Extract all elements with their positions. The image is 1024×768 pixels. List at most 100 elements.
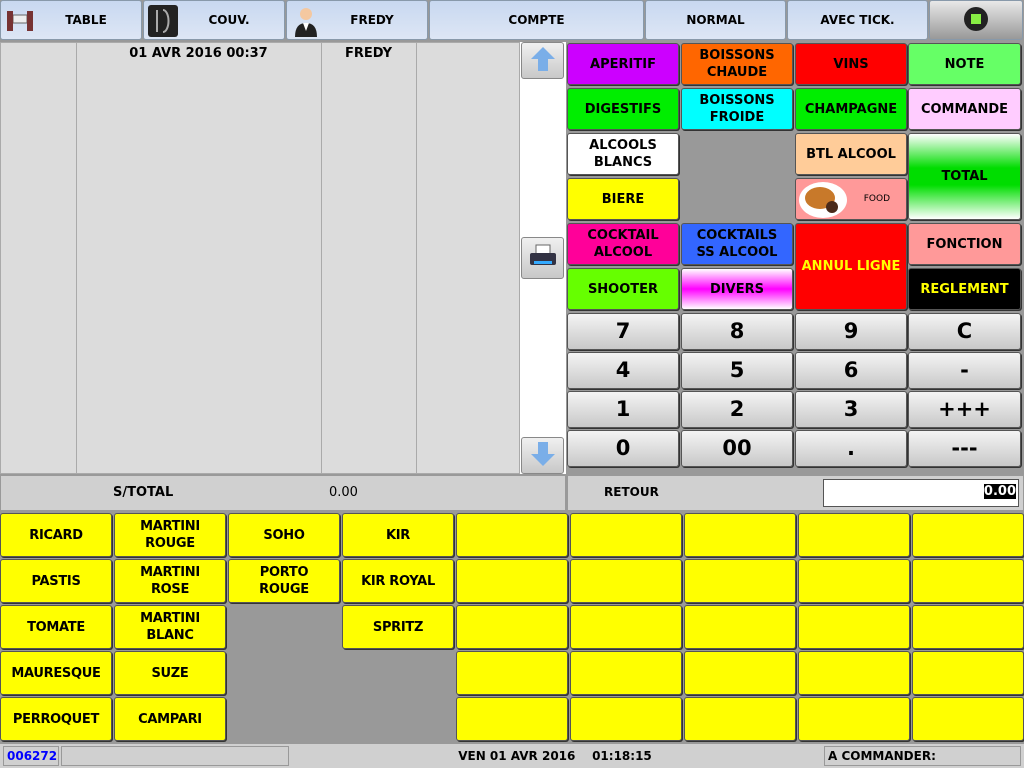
category-food-button[interactable]: FOOD xyxy=(795,178,907,220)
numpad-key[interactable]: 1 xyxy=(567,391,679,428)
with-ticket-button[interactable]: AVEC TICK. xyxy=(787,0,928,40)
numpad-key[interactable]: 2 xyxy=(681,391,793,428)
product-suze-button[interactable]: SUZE xyxy=(114,651,226,695)
product-empty-button[interactable] xyxy=(456,697,568,741)
product-pastis-button[interactable]: PASTIS xyxy=(0,559,112,603)
product-martini-blanc-button[interactable]: MARTINI BLANC xyxy=(114,605,226,649)
change-bar: RETOUR 0.00 xyxy=(567,475,1024,511)
to-order-label: A COMMANDER: xyxy=(824,746,1021,766)
product-soho-button[interactable]: SOHO xyxy=(228,513,340,557)
product-tomate-button[interactable]: TOMATE xyxy=(0,605,112,649)
product-empty-button[interactable] xyxy=(912,559,1024,603)
change-label: RETOUR xyxy=(604,485,659,499)
product-empty-button[interactable] xyxy=(798,651,910,695)
numpad-key[interactable]: 0 xyxy=(567,430,679,467)
product-kir-royal-button[interactable]: KIR ROYAL xyxy=(342,559,454,603)
product-empty-button[interactable] xyxy=(912,513,1024,557)
product-empty-button[interactable] xyxy=(798,513,910,557)
product-campari-button[interactable]: CAMPARI xyxy=(114,697,226,741)
numpad-key[interactable]: 00 xyxy=(681,430,793,467)
numpad-key[interactable]: 9 xyxy=(795,313,907,350)
waiter-icon xyxy=(291,5,321,37)
product-empty-button[interactable] xyxy=(684,651,796,695)
product-empty-button[interactable] xyxy=(570,697,682,741)
covers-button[interactable]: COUV. xyxy=(143,0,285,40)
numpad-key[interactable]: - xyxy=(908,352,1021,389)
product-empty-button[interactable] xyxy=(456,651,568,695)
category-cocktail-alcool-button[interactable]: COCKTAIL ALCOOL xyxy=(567,223,679,265)
product-martini-rose-button[interactable]: MARTINI ROSE xyxy=(114,559,226,603)
product-empty-button[interactable] xyxy=(798,559,910,603)
arrow-down-icon xyxy=(529,440,557,472)
product-empty-button[interactable] xyxy=(912,697,1024,741)
with-ticket-label: AVEC TICK. xyxy=(820,13,895,27)
numpad-key[interactable]: 7 xyxy=(567,313,679,350)
table-button[interactable]: TABLE xyxy=(0,0,142,40)
product-empty-button[interactable] xyxy=(684,559,796,603)
category-vins-button[interactable]: VINS xyxy=(795,43,907,85)
account-button[interactable]: COMPTE xyxy=(429,0,644,40)
change-input[interactable]: 0.00 xyxy=(823,479,1019,507)
category-digestifs-button[interactable]: DIGESTIFS xyxy=(567,88,679,130)
menu-button[interactable] xyxy=(929,0,1023,40)
product-empty-button[interactable] xyxy=(684,605,796,649)
category-aperitif-button[interactable]: APERITIF xyxy=(567,43,679,85)
numpad-key[interactable]: 3 xyxy=(795,391,907,428)
product-empty-button[interactable] xyxy=(570,605,682,649)
product-kir-button[interactable]: KIR xyxy=(342,513,454,557)
category-note-button[interactable]: NOTE xyxy=(908,43,1021,85)
product-empty-button[interactable] xyxy=(798,697,910,741)
category-boissons-chaude-button[interactable]: BOISSONS CHAUDE xyxy=(681,43,793,85)
product-empty-button[interactable] xyxy=(456,605,568,649)
numpad-key[interactable]: +++ xyxy=(908,391,1021,428)
numpad-key[interactable]: 6 xyxy=(795,352,907,389)
product-martini-rouge-button[interactable]: MARTINI ROUGE xyxy=(114,513,226,557)
product-empty-button[interactable] xyxy=(570,651,682,695)
category-label: APERITIF xyxy=(590,56,656,72)
product-empty-button[interactable] xyxy=(570,513,682,557)
category-biere-button[interactable]: BIERE xyxy=(567,178,679,220)
product-empty-button[interactable] xyxy=(684,513,796,557)
server-button[interactable]: FREDY xyxy=(286,0,428,40)
category-boissons-froide-button[interactable]: BOISSONS FROIDE xyxy=(681,88,793,130)
product-ricard-button[interactable]: RICARD xyxy=(0,513,112,557)
category-total-button[interactable]: TOTAL xyxy=(908,133,1021,220)
normal-mode-button[interactable]: NORMAL xyxy=(645,0,786,40)
numpad-key[interactable]: --- xyxy=(908,430,1021,467)
product-empty-button[interactable] xyxy=(456,513,568,557)
category-fonction-button[interactable]: FONCTION xyxy=(908,223,1021,265)
category-label: BIERE xyxy=(601,191,645,207)
cutlery-icon xyxy=(148,5,178,37)
product-empty-button[interactable] xyxy=(912,605,1024,649)
category-btl-alcool-button[interactable]: BTL ALCOOL xyxy=(795,133,907,175)
category-divers-button[interactable]: DIVERS xyxy=(681,268,793,310)
product-spritz-button[interactable]: SPRITZ xyxy=(342,605,454,649)
numpad-key[interactable]: C xyxy=(908,313,1021,350)
scroll-up-button[interactable] xyxy=(521,42,564,79)
product-empty-button[interactable] xyxy=(798,605,910,649)
category-label: FONCTION xyxy=(926,236,1003,252)
print-button[interactable] xyxy=(521,237,564,279)
category-commande-button[interactable]: COMMANDE xyxy=(908,88,1021,130)
category-reglement-button[interactable]: REGLEMENT xyxy=(908,268,1021,310)
numpad-key[interactable]: 5 xyxy=(681,352,793,389)
product-empty-button[interactable] xyxy=(570,559,682,603)
numpad-key[interactable]: 4 xyxy=(567,352,679,389)
product-porto-rouge-button[interactable]: PORTO ROUGE xyxy=(228,559,340,603)
product-empty-button[interactable] xyxy=(456,559,568,603)
product-mauresque-button[interactable]: MAURESQUE xyxy=(0,651,112,695)
category-shooter-button[interactable]: SHOOTER xyxy=(567,268,679,310)
product-perroquet-button[interactable]: PERROQUET xyxy=(0,697,112,741)
product-empty-button[interactable] xyxy=(912,651,1024,695)
category-cocktails-ss-alcool-button[interactable]: COCKTAILS SS ALCOOL xyxy=(681,223,793,265)
category-label: DIGESTIFS xyxy=(584,101,662,117)
category-champagne-button[interactable]: CHAMPAGNE xyxy=(795,88,907,130)
category-alcools-blancs-button[interactable]: ALCOOLS BLANCS xyxy=(567,133,679,175)
numpad-key[interactable]: 8 xyxy=(681,313,793,350)
product-empty-button[interactable] xyxy=(684,697,796,741)
green-square-icon xyxy=(963,6,989,35)
scroll-down-button[interactable] xyxy=(521,437,564,474)
table-label: TABLE xyxy=(65,13,107,27)
numpad-key[interactable]: . xyxy=(795,430,907,467)
category-annul-ligne-button[interactable]: ANNUL LIGNE xyxy=(795,223,907,310)
